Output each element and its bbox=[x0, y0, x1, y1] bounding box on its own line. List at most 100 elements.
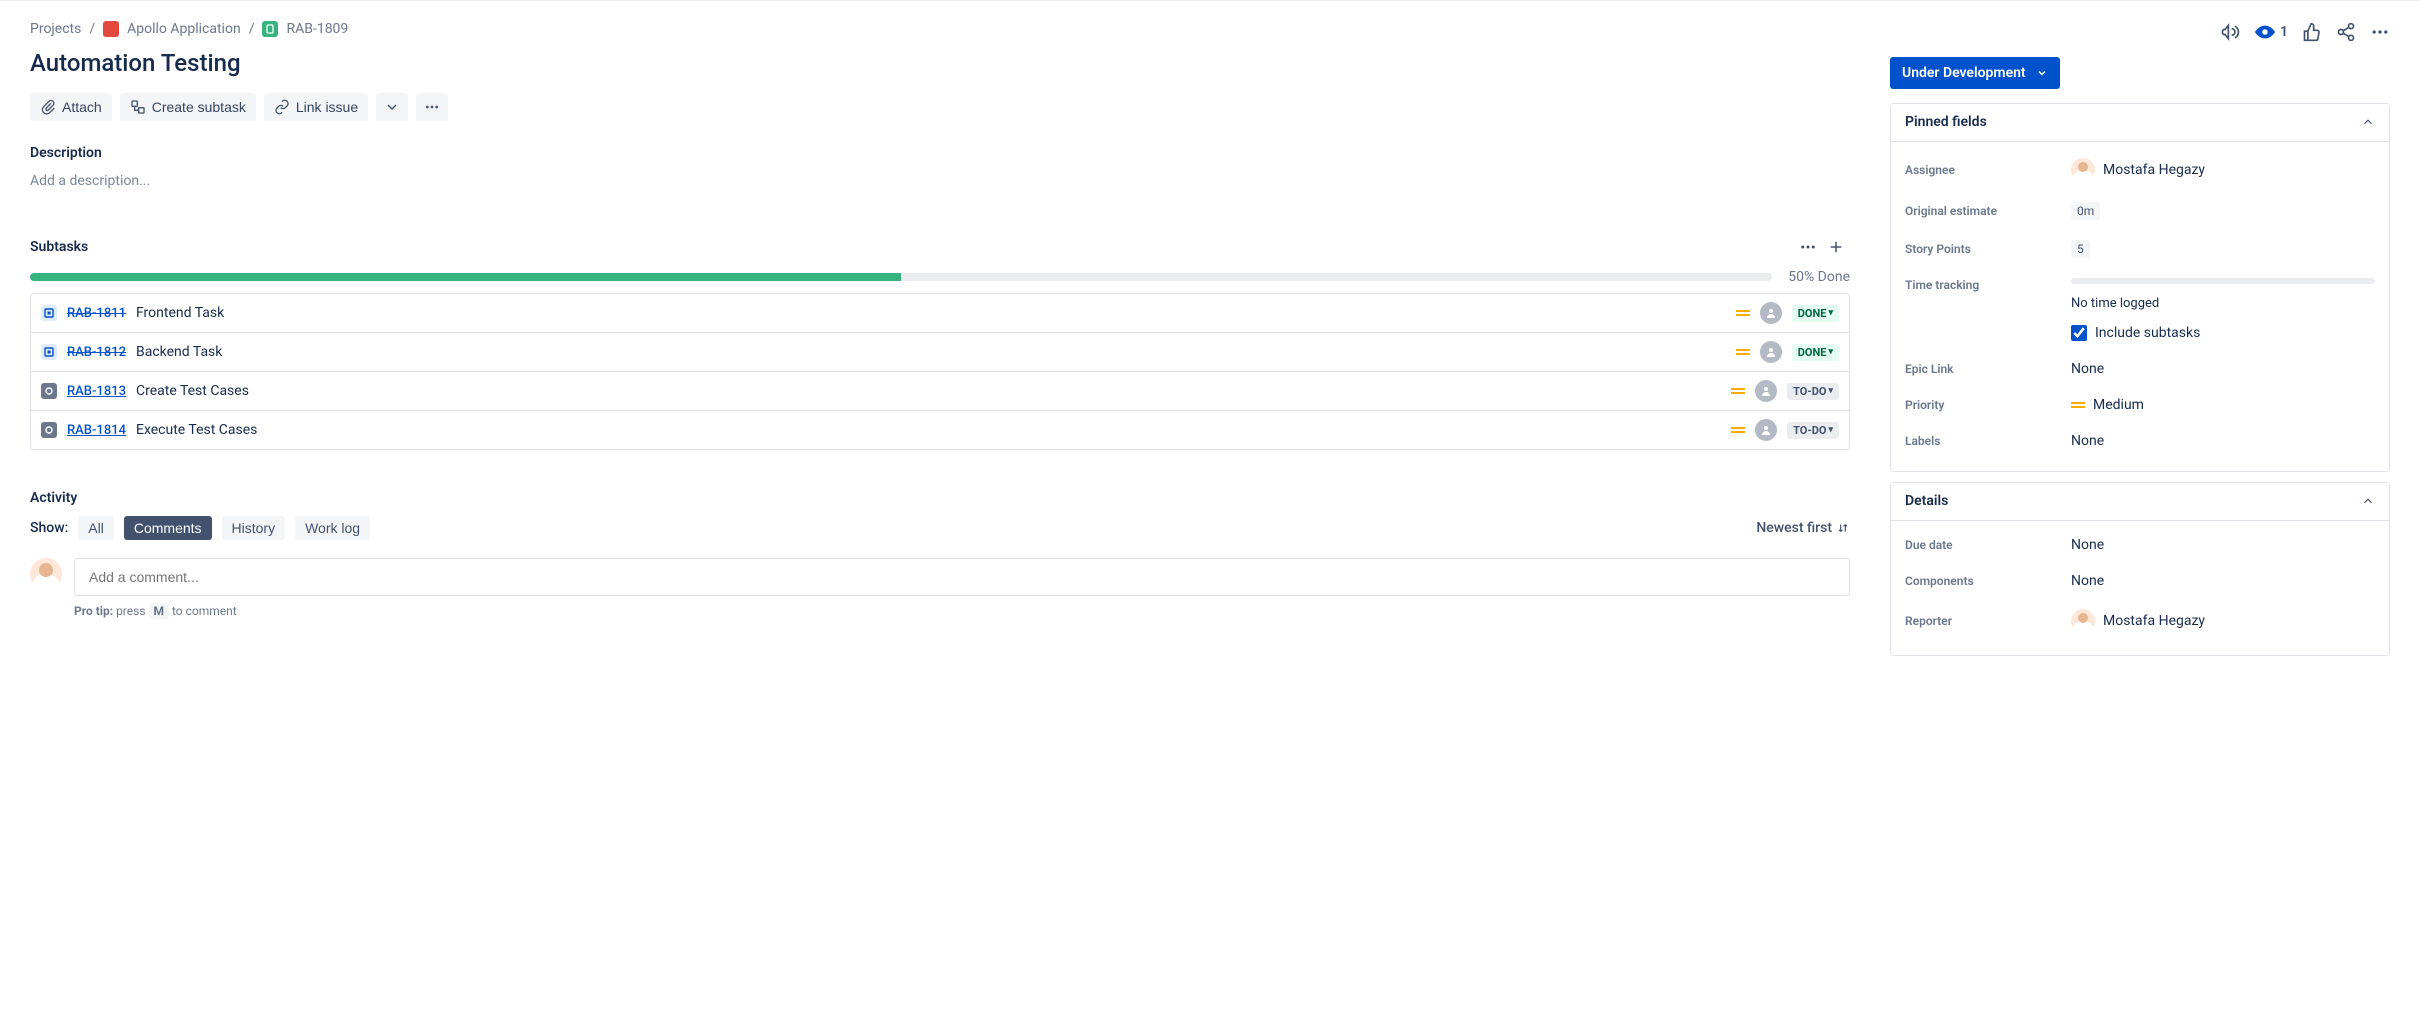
unassigned-avatar[interactable] bbox=[1755, 380, 1777, 402]
reporter-avatar bbox=[2071, 609, 2095, 633]
assignee-value[interactable]: Mostafa Hegazy bbox=[2071, 158, 2375, 182]
unassigned-avatar[interactable] bbox=[1760, 341, 1782, 363]
original-estimate-label: Original estimate bbox=[1905, 204, 2055, 218]
issue-type-icon bbox=[262, 21, 278, 37]
link-issue-dropdown[interactable] bbox=[376, 93, 408, 121]
subtask-type-icon bbox=[41, 344, 57, 360]
labels-value[interactable]: None bbox=[2071, 433, 2375, 449]
description-label: Description bbox=[30, 145, 1850, 161]
subtask-summary[interactable]: Frontend Task bbox=[136, 305, 1726, 321]
breadcrumb-project[interactable]: Apollo Application bbox=[127, 21, 241, 37]
subtask-row[interactable]: RAB-1811 Frontend Task DONE ▾ bbox=[31, 294, 1849, 332]
priority-medium-icon bbox=[1736, 310, 1750, 316]
issue-more-button[interactable] bbox=[2370, 22, 2390, 42]
subtask-status[interactable]: DONE ▾ bbox=[1792, 344, 1839, 361]
attach-label: Attach bbox=[62, 99, 102, 115]
more-actions-button[interactable] bbox=[416, 93, 448, 121]
time-tracking-text: No time logged bbox=[2071, 296, 2159, 311]
chevron-down-icon bbox=[2036, 67, 2048, 79]
watch-button[interactable]: 1 bbox=[2254, 21, 2288, 43]
subtask-status[interactable]: DONE ▾ bbox=[1792, 305, 1839, 322]
breadcrumb-separator: / bbox=[249, 21, 255, 37]
components-value[interactable]: None bbox=[2071, 573, 2375, 589]
eye-icon bbox=[2254, 21, 2276, 43]
subtask-status[interactable]: TO-DO ▾ bbox=[1787, 383, 1839, 400]
subtask-type-icon bbox=[41, 383, 57, 399]
activity-label: Activity bbox=[30, 490, 1850, 506]
attach-button[interactable]: Attach bbox=[30, 93, 112, 121]
priority-medium-icon bbox=[1731, 388, 1745, 394]
details-header[interactable]: Details bbox=[1891, 483, 2389, 520]
subtask-summary[interactable]: Execute Test Cases bbox=[136, 422, 1721, 438]
subtasks-add-button[interactable] bbox=[1822, 233, 1850, 261]
link-issue-button[interactable]: Link issue bbox=[264, 93, 368, 121]
subtask-key[interactable]: RAB-1814 bbox=[67, 423, 126, 438]
chevron-down-icon bbox=[384, 99, 400, 115]
breadcrumb-projects[interactable]: Projects bbox=[30, 21, 81, 37]
share-button[interactable] bbox=[2336, 22, 2356, 42]
status-dropdown[interactable]: Under Development bbox=[1890, 57, 2060, 89]
activity-sort[interactable]: Newest first bbox=[1756, 520, 1850, 536]
description-input[interactable]: Add a description... bbox=[30, 169, 1850, 193]
assignee-avatar bbox=[2071, 158, 2095, 182]
details-title: Details bbox=[1905, 493, 1948, 509]
subtask-row[interactable]: RAB-1814 Execute Test Cases TO-DO ▾ bbox=[31, 410, 1849, 449]
pinned-fields-header[interactable]: Pinned fields bbox=[1891, 104, 2389, 141]
tab-history[interactable]: History bbox=[222, 516, 286, 540]
subtask-row[interactable]: RAB-1813 Create Test Cases TO-DO ▾ bbox=[31, 371, 1849, 410]
subtask-summary[interactable]: Backend Task bbox=[136, 344, 1726, 360]
priority-medium-icon bbox=[2071, 402, 2085, 408]
priority-value[interactable]: Medium bbox=[2071, 397, 2375, 413]
subtask-summary[interactable]: Create Test Cases bbox=[136, 383, 1721, 399]
create-subtask-button[interactable]: Create subtask bbox=[120, 93, 256, 121]
story-points-label: Story Points bbox=[1905, 242, 2055, 256]
reporter-value[interactable]: Mostafa Hegazy bbox=[2071, 609, 2375, 633]
subtask-key[interactable]: RAB-1812 bbox=[67, 345, 126, 360]
breadcrumb: Projects / Apollo Application / RAB-1809 bbox=[30, 21, 1850, 37]
unassigned-avatar[interactable] bbox=[1755, 419, 1777, 441]
issue-title[interactable]: Automation Testing bbox=[30, 49, 1850, 77]
current-user-avatar bbox=[30, 558, 62, 590]
tab-worklog[interactable]: Work log bbox=[295, 516, 370, 540]
breadcrumb-separator: / bbox=[89, 21, 95, 37]
epic-link-label: Epic Link bbox=[1905, 362, 2055, 376]
subtask-status[interactable]: TO-DO ▾ bbox=[1787, 422, 1839, 439]
epic-link-value[interactable]: None bbox=[2071, 361, 2375, 377]
subtask-key[interactable]: RAB-1813 bbox=[67, 384, 126, 399]
breadcrumb-issue-key[interactable]: RAB-1809 bbox=[286, 21, 348, 37]
feedback-button[interactable] bbox=[2220, 22, 2240, 42]
due-date-value[interactable]: None bbox=[2071, 537, 2375, 553]
subtask-type-icon bbox=[41, 305, 57, 321]
priority-medium-icon bbox=[1731, 427, 1745, 433]
subtask-key[interactable]: RAB-1811 bbox=[67, 306, 126, 321]
plus-icon bbox=[1827, 238, 1845, 256]
like-button[interactable] bbox=[2302, 22, 2322, 42]
unassigned-avatar[interactable] bbox=[1760, 302, 1782, 324]
thumbs-up-icon bbox=[2302, 22, 2322, 42]
tab-comments[interactable]: Comments bbox=[124, 516, 212, 540]
subtasks-more-button[interactable] bbox=[1794, 233, 1822, 261]
priority-label: Priority bbox=[1905, 398, 2055, 412]
tab-all[interactable]: All bbox=[78, 516, 114, 540]
original-estimate-value[interactable]: 0m bbox=[2071, 202, 2375, 220]
subtasks-label: Subtasks bbox=[30, 239, 1794, 255]
subtask-row[interactable]: RAB-1812 Backend Task DONE ▾ bbox=[31, 332, 1849, 371]
chevron-up-icon bbox=[2361, 494, 2375, 508]
details-panel: Details Due date None Components None Re… bbox=[1890, 482, 2390, 656]
labels-label: Labels bbox=[1905, 434, 2055, 448]
create-subtask-label: Create subtask bbox=[152, 99, 246, 115]
more-icon bbox=[424, 99, 440, 115]
comment-pro-tip: Pro tip: press M to comment bbox=[74, 604, 1850, 618]
more-icon bbox=[2370, 22, 2390, 42]
subtask-type-icon bbox=[41, 422, 57, 438]
comment-input[interactable] bbox=[74, 558, 1850, 596]
assignee-label: Assignee bbox=[1905, 163, 2055, 177]
include-subtasks-checkbox[interactable]: Include subtasks bbox=[2071, 325, 2200, 341]
reporter-label: Reporter bbox=[1905, 614, 2055, 628]
components-label: Components bbox=[1905, 574, 2055, 588]
subtasks-progress-bar bbox=[30, 273, 1772, 281]
story-points-value[interactable]: 5 bbox=[2071, 240, 2375, 258]
attach-icon bbox=[40, 99, 56, 115]
time-tracking-bar[interactable] bbox=[2071, 278, 2375, 284]
due-date-label: Due date bbox=[1905, 538, 2055, 552]
